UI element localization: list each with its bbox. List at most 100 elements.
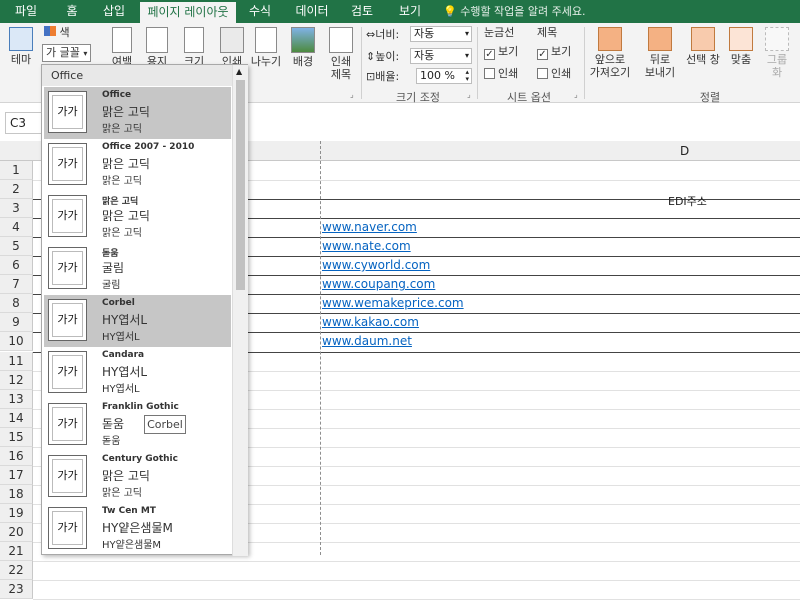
name-box[interactable]: C3 [5, 112, 45, 134]
group-button[interactable]: 그룹 화 [760, 27, 794, 79]
row-header[interactable]: 8 [0, 294, 33, 314]
headings-print-checkbox[interactable]: 인쇄 [537, 67, 571, 80]
heading-font: HY엽서L [102, 313, 148, 327]
row-header[interactable]: 7 [0, 275, 33, 295]
spinner-arrows-icon: ▴ ▾ [465, 68, 469, 83]
row-header[interactable]: 23 [0, 580, 33, 600]
row-header[interactable]: 19 [0, 503, 33, 523]
gallery-scrollbar[interactable]: ▲ [232, 65, 248, 556]
row-header[interactable]: 15 [0, 427, 33, 447]
row-header[interactable]: 2 [0, 180, 33, 200]
row-header[interactable]: 14 [0, 408, 33, 428]
themes-button[interactable]: 테마 [6, 27, 36, 66]
height-select[interactable]: 자동 ▾ [410, 48, 472, 64]
tab-formulas[interactable]: 수식 [240, 0, 280, 23]
tab-file[interactable]: 파일 [4, 0, 48, 23]
font-preview-thumbnail: 가가 [48, 403, 87, 445]
font-theme-item[interactable]: 가가 Corbel HY엽서L HY엽서L [44, 295, 231, 347]
font-theme-item[interactable]: 가가 Tw Cen MT HY얕은샘물M HY얕은샘물M [44, 503, 231, 555]
heading-font: HY엽서L [102, 365, 148, 379]
theme-fonts-button[interactable]: 가 글꼴 ▾ [42, 44, 92, 62]
headings-view-checkbox[interactable]: ✓ 보기 [537, 45, 571, 60]
chevron-down-icon: ▾ [464, 51, 469, 60]
font-preview-text: 가가 [52, 407, 83, 441]
font-preview-text: 가가 [52, 95, 83, 129]
margins-button[interactable]: 여백 [108, 27, 136, 68]
url-link[interactable]: www.wemakeprice.com [322, 294, 464, 313]
row-header[interactable]: 1 [0, 161, 33, 180]
row-header[interactable]: 4 [0, 218, 33, 238]
font-theme-item[interactable]: 가가 Office 맑은 고딕 맑은 고딕 [44, 87, 231, 139]
page-setup-launcher-icon[interactable]: ⌟ [350, 90, 354, 99]
sheet-options-launcher-icon[interactable]: ⌟ [574, 90, 578, 99]
row-header[interactable]: 10 [0, 332, 33, 352]
font-theme-item[interactable]: 가가 맑은 고딕 맑은 고딕 맑은 고딕 [44, 191, 231, 243]
row-header[interactable]: 3 [0, 199, 33, 219]
send-backward-button[interactable]: 뒤로 보내기 [640, 27, 680, 79]
width-select[interactable]: 자동 ▾ [410, 26, 472, 42]
font-theme-item[interactable]: 가가 Franklin Gothic 돋움 돋움 [44, 399, 231, 451]
orientation-button[interactable]: 용지 [143, 27, 171, 68]
tab-page-layout[interactable]: 페이지 레이아웃 [140, 2, 236, 23]
font-theme-item[interactable]: 가가 돋움 굴림 굴림 [44, 243, 231, 295]
ribbon-tab-bar: 파일 홈 삽입 페이지 레이아웃 수식 데이터 검토 보기 💡 수행할 작업을 … [0, 0, 800, 23]
tab-view[interactable]: 보기 [390, 0, 430, 23]
tab-review[interactable]: 검토 [342, 0, 382, 23]
row-header[interactable]: 20 [0, 522, 33, 542]
url-link[interactable]: www.daum.net [322, 332, 412, 351]
margins-icon [112, 27, 132, 53]
heading-font: 굴림 [102, 261, 125, 275]
scale-spinner[interactable]: 100 % ▴ ▾ [416, 68, 472, 84]
url-link[interactable]: www.coupang.com [322, 275, 435, 294]
font-theme-name: Office [102, 90, 132, 100]
group-icon [765, 27, 789, 51]
scroll-up-icon[interactable]: ▲ [236, 67, 242, 76]
divider [361, 27, 362, 99]
tell-me-search[interactable]: 💡 수행할 작업을 알려 주세요. [443, 0, 586, 23]
url-link[interactable]: www.naver.com [322, 218, 417, 237]
breaks-button[interactable]: 나누기 [250, 27, 282, 68]
tab-data[interactable]: 데이터 [287, 0, 337, 23]
tab-home[interactable]: 홈 [55, 0, 89, 23]
row-header[interactable]: 17 [0, 465, 33, 485]
print-titles-button[interactable]: 인쇄 제목 [326, 27, 356, 81]
row-header[interactable]: 5 [0, 237, 33, 257]
sheet-options-group-label: 시트 옵션 [507, 91, 551, 104]
font-theme-item[interactable]: 가가 Office 2007 - 2010 맑은 고딕 맑은 고딕 [44, 139, 231, 191]
row-header[interactable]: 21 [0, 542, 33, 561]
row-header[interactable]: 22 [0, 561, 33, 581]
theme-colors-button[interactable]: 색 [44, 26, 70, 39]
url-link[interactable]: www.cyworld.com [322, 256, 430, 275]
row-header[interactable]: 6 [0, 256, 33, 276]
row-header[interactable]: 18 [0, 484, 33, 504]
align-button[interactable]: 맞춤 [726, 27, 756, 66]
body-font: 굴림 [102, 280, 121, 291]
column-header-d[interactable]: D [680, 141, 689, 161]
body-font: 맑은 고딕 [102, 488, 142, 499]
url-link[interactable]: www.kakao.com [322, 313, 419, 332]
bring-forward-button[interactable]: 앞으로 가져오기 [588, 27, 632, 79]
height-icon: ⇕ [366, 50, 376, 63]
row-header[interactable]: 9 [0, 313, 33, 333]
row-header[interactable]: 12 [0, 370, 33, 390]
cell-d3[interactable]: EDI주소 [668, 193, 707, 211]
font-preview-thumbnail: 가가 [48, 143, 87, 185]
row-gridline [33, 561, 800, 563]
font-preview-thumbnail: 가가 [48, 91, 87, 133]
url-link[interactable]: www.nate.com [322, 237, 411, 256]
size-button[interactable]: 크기 [180, 27, 208, 68]
chevron-down-icon: ▾ [83, 49, 88, 58]
font-theme-item[interactable]: 가가 Candara HY엽서L HY엽서L [44, 347, 231, 399]
scale-launcher-icon[interactable]: ⌟ [467, 90, 471, 99]
row-header[interactable]: 16 [0, 446, 33, 466]
tab-insert[interactable]: 삽입 [92, 0, 136, 23]
row-header[interactable]: 11 [0, 351, 33, 371]
font-theme-item[interactable]: 가가 Century Gothic 맑은 고딕 맑은 고딕 [44, 451, 231, 503]
scrollbar-thumb[interactable] [236, 80, 245, 290]
background-button[interactable]: 배경 [288, 27, 318, 68]
print-area-button[interactable]: 인쇄 [216, 27, 248, 68]
gridlines-print-checkbox[interactable]: 인쇄 [484, 67, 518, 80]
gridlines-view-checkbox[interactable]: ✓ 보기 [484, 45, 518, 60]
row-header[interactable]: 13 [0, 389, 33, 409]
selection-pane-button[interactable]: 선택 창 [684, 27, 722, 66]
